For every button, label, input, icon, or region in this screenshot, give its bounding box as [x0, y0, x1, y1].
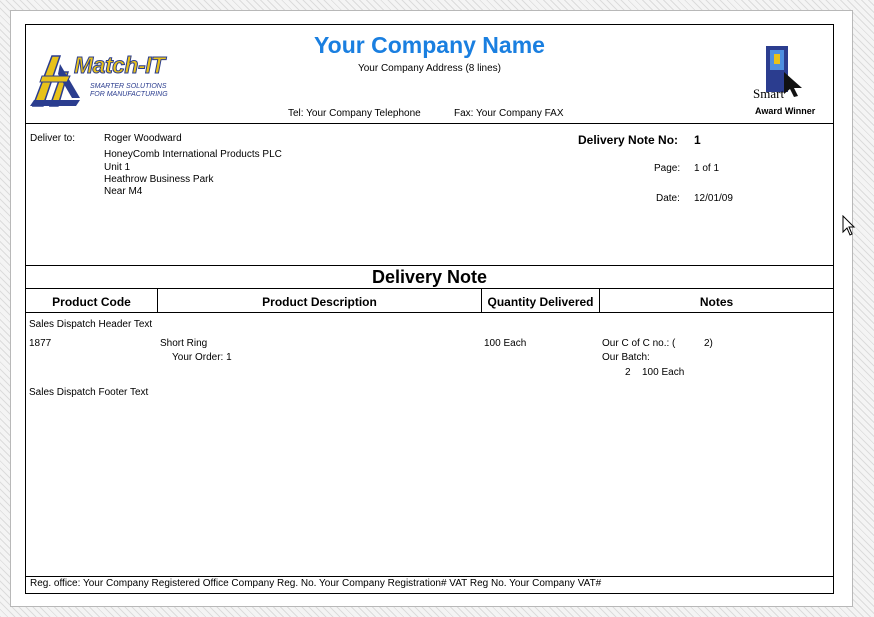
delivery-note-no-label: Delivery Note No: — [578, 133, 679, 147]
row-product-code: 1877 — [29, 338, 52, 349]
row-coc-value: 2) — [704, 338, 713, 349]
row-coc-label: Our C of C no.: ( — [602, 338, 676, 349]
row-batch-number: 2 — [625, 367, 631, 378]
footer-divider — [26, 576, 833, 577]
header-divider — [26, 123, 833, 124]
row-product-description: Short Ring — [160, 338, 208, 349]
row-batch-label: Our Batch: — [602, 352, 650, 363]
column-header-notes: Notes — [699, 295, 734, 309]
smart-caption: Award Winner — [755, 106, 816, 116]
company-fax: Fax: Your Company FAX — [454, 108, 564, 119]
deliver-to-address-line-2: Heathrow Business Park — [104, 174, 214, 185]
smart-brand: Smart — [753, 86, 785, 101]
deliver-to-label: Deliver to: — [30, 133, 76, 144]
report-page: Match-IT SMARTER SOLUTIONS FOR MANUFACTU… — [10, 10, 853, 607]
match-it-tagline-2: FOR MANUFACTURING — [90, 91, 168, 98]
date-label: Date: — [656, 193, 680, 204]
deliver-to-address-line-1: Unit 1 — [104, 162, 131, 173]
match-it-tagline-1: SMARTER SOLUTIONS — [90, 83, 167, 90]
row-quantity-delivered: 100 Each — [484, 338, 527, 349]
date-value: 12/01/09 — [694, 193, 733, 204]
sales-dispatch-header-text: Sales Dispatch Header Text — [29, 319, 153, 330]
document-title: Delivery Note — [371, 267, 488, 287]
row-customer-order: Your Order: 1 — [172, 352, 232, 363]
title-divider — [26, 288, 833, 289]
page-value: 1 of 1 — [694, 163, 720, 174]
deliver-to-company: HoneyComb International Products PLC — [104, 149, 282, 160]
column-header-divider — [26, 312, 833, 313]
column-header-quantity-delivered: Quantity Delivered — [487, 295, 594, 309]
mouse-pointer-icon — [842, 215, 856, 236]
company-address: Your Company Address (8 lines) — [357, 63, 502, 74]
column-header-product-code: Product Code — [52, 295, 131, 309]
deliver-to-name: Roger Woodward — [104, 133, 182, 144]
registration-footer: Reg. office: Your Company Registered Off… — [30, 578, 602, 589]
row-batch-quantity: 100 Each — [642, 367, 685, 378]
match-it-logo: Match-IT SMARTER SOLUTIONS FOR MANUFACTU… — [30, 52, 190, 110]
smart-award-logo: Smart Award Winner — [750, 44, 822, 120]
sales-dispatch-footer-text: Sales Dispatch Footer Text — [29, 387, 149, 398]
column-header-product-description: Product Description — [262, 295, 377, 309]
address-divider — [26, 265, 833, 266]
delivery-note-frame: Match-IT SMARTER SOLUTIONS FOR MANUFACTU… — [25, 24, 834, 594]
page-label: Page: — [654, 163, 681, 174]
company-telephone: Tel: Your Company Telephone — [288, 108, 421, 119]
deliver-to-address-line-3: Near M4 — [104, 186, 143, 197]
delivery-note-no: 1 — [694, 133, 701, 147]
company-name: Your Company Name — [314, 32, 545, 58]
